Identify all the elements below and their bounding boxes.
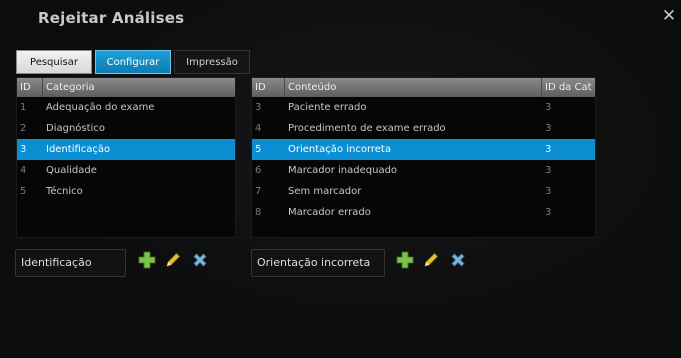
content-category-id: 3 bbox=[545, 207, 552, 218]
x-mark-icon[interactable] bbox=[191, 251, 209, 269]
content-category-id: 3 bbox=[545, 144, 552, 155]
categories-table: ID Categoria 1 Adequação do exame 2 Diag… bbox=[16, 77, 236, 238]
content-row[interactable]: 8 Marcador errado 3 bbox=[252, 202, 595, 223]
content-name: Marcador inadequado bbox=[288, 165, 398, 176]
category-id: 3 bbox=[20, 144, 27, 155]
column-header-id[interactable]: ID bbox=[252, 78, 285, 97]
pencil-icon[interactable] bbox=[164, 251, 182, 269]
contents-header: ID Conteúdo ID da Cat bbox=[252, 78, 595, 97]
content-id: 5 bbox=[255, 144, 262, 155]
tab-configure[interactable]: Configurar bbox=[95, 50, 171, 74]
column-header-id[interactable]: ID bbox=[17, 78, 43, 97]
category-id: 2 bbox=[20, 123, 27, 134]
content-name-input[interactable]: Orientação incorreta bbox=[251, 249, 385, 277]
content-id: 7 bbox=[255, 186, 262, 197]
category-row[interactable]: 2 Diagnóstico bbox=[17, 118, 235, 139]
category-id: 5 bbox=[20, 186, 27, 197]
category-name: Diagnóstico bbox=[46, 123, 105, 134]
content-id: 4 bbox=[255, 123, 262, 134]
dialog-title: Rejeitar Análises bbox=[38, 9, 185, 27]
category-row[interactable]: 1 Adequação do exame bbox=[17, 97, 235, 118]
content-name: Marcador errado bbox=[288, 207, 371, 218]
category-row[interactable]: 5 Técnico bbox=[17, 181, 235, 202]
x-mark-icon[interactable] bbox=[449, 251, 467, 269]
content-category-id: 3 bbox=[545, 102, 552, 113]
content-category-id: 3 bbox=[545, 186, 552, 197]
content-id: 8 bbox=[255, 207, 262, 218]
content-name: Orientação incorreta bbox=[288, 144, 391, 155]
plus-icon[interactable] bbox=[138, 251, 156, 269]
contents-table: ID Conteúdo ID da Cat 3 Paciente errado … bbox=[251, 77, 596, 238]
tab-search[interactable]: Pesquisar bbox=[16, 50, 92, 74]
content-row-selected[interactable]: 5 Orientação incorreta 3 bbox=[252, 139, 595, 160]
category-name: Identificação bbox=[46, 144, 111, 155]
column-header-content[interactable]: Conteúdo bbox=[285, 78, 542, 97]
content-category-id: 3 bbox=[545, 123, 552, 134]
category-row-selected[interactable]: 3 Identificação bbox=[17, 139, 235, 160]
content-row[interactable]: 7 Sem marcador 3 bbox=[252, 181, 595, 202]
content-row[interactable]: 3 Paciente errado 3 bbox=[252, 97, 595, 118]
title-bar: Rejeitar Análises ✕ bbox=[0, 0, 681, 38]
content-id: 3 bbox=[255, 102, 262, 113]
tab-print[interactable]: Impressão bbox=[174, 50, 250, 74]
category-name-input[interactable]: Identificação bbox=[15, 249, 126, 277]
pencil-icon[interactable] bbox=[422, 251, 440, 269]
close-icon[interactable]: ✕ bbox=[660, 6, 678, 26]
content-category-id: 3 bbox=[545, 165, 552, 176]
category-name: Técnico bbox=[46, 186, 83, 197]
category-name: Qualidade bbox=[46, 165, 97, 176]
content-name: Sem marcador bbox=[288, 186, 362, 197]
content-row[interactable]: 6 Marcador inadequado 3 bbox=[252, 160, 595, 181]
categories-header: ID Categoria bbox=[17, 78, 235, 97]
content-name: Paciente errado bbox=[288, 102, 367, 113]
plus-icon[interactable] bbox=[396, 251, 414, 269]
category-name: Adequação do exame bbox=[46, 102, 155, 113]
category-id: 1 bbox=[20, 102, 27, 113]
content-name: Procedimento de exame errado bbox=[288, 123, 446, 134]
content-row[interactable]: 4 Procedimento de exame errado 3 bbox=[252, 118, 595, 139]
column-header-category-id[interactable]: ID da Cat bbox=[542, 78, 595, 97]
reject-analyses-dialog: Rejeitar Análises ✕ Pesquisar Configurar… bbox=[0, 0, 681, 358]
category-row[interactable]: 4 Qualidade bbox=[17, 160, 235, 181]
content-id: 6 bbox=[255, 165, 262, 176]
category-id: 4 bbox=[20, 165, 27, 176]
column-header-category[interactable]: Categoria bbox=[43, 78, 235, 97]
